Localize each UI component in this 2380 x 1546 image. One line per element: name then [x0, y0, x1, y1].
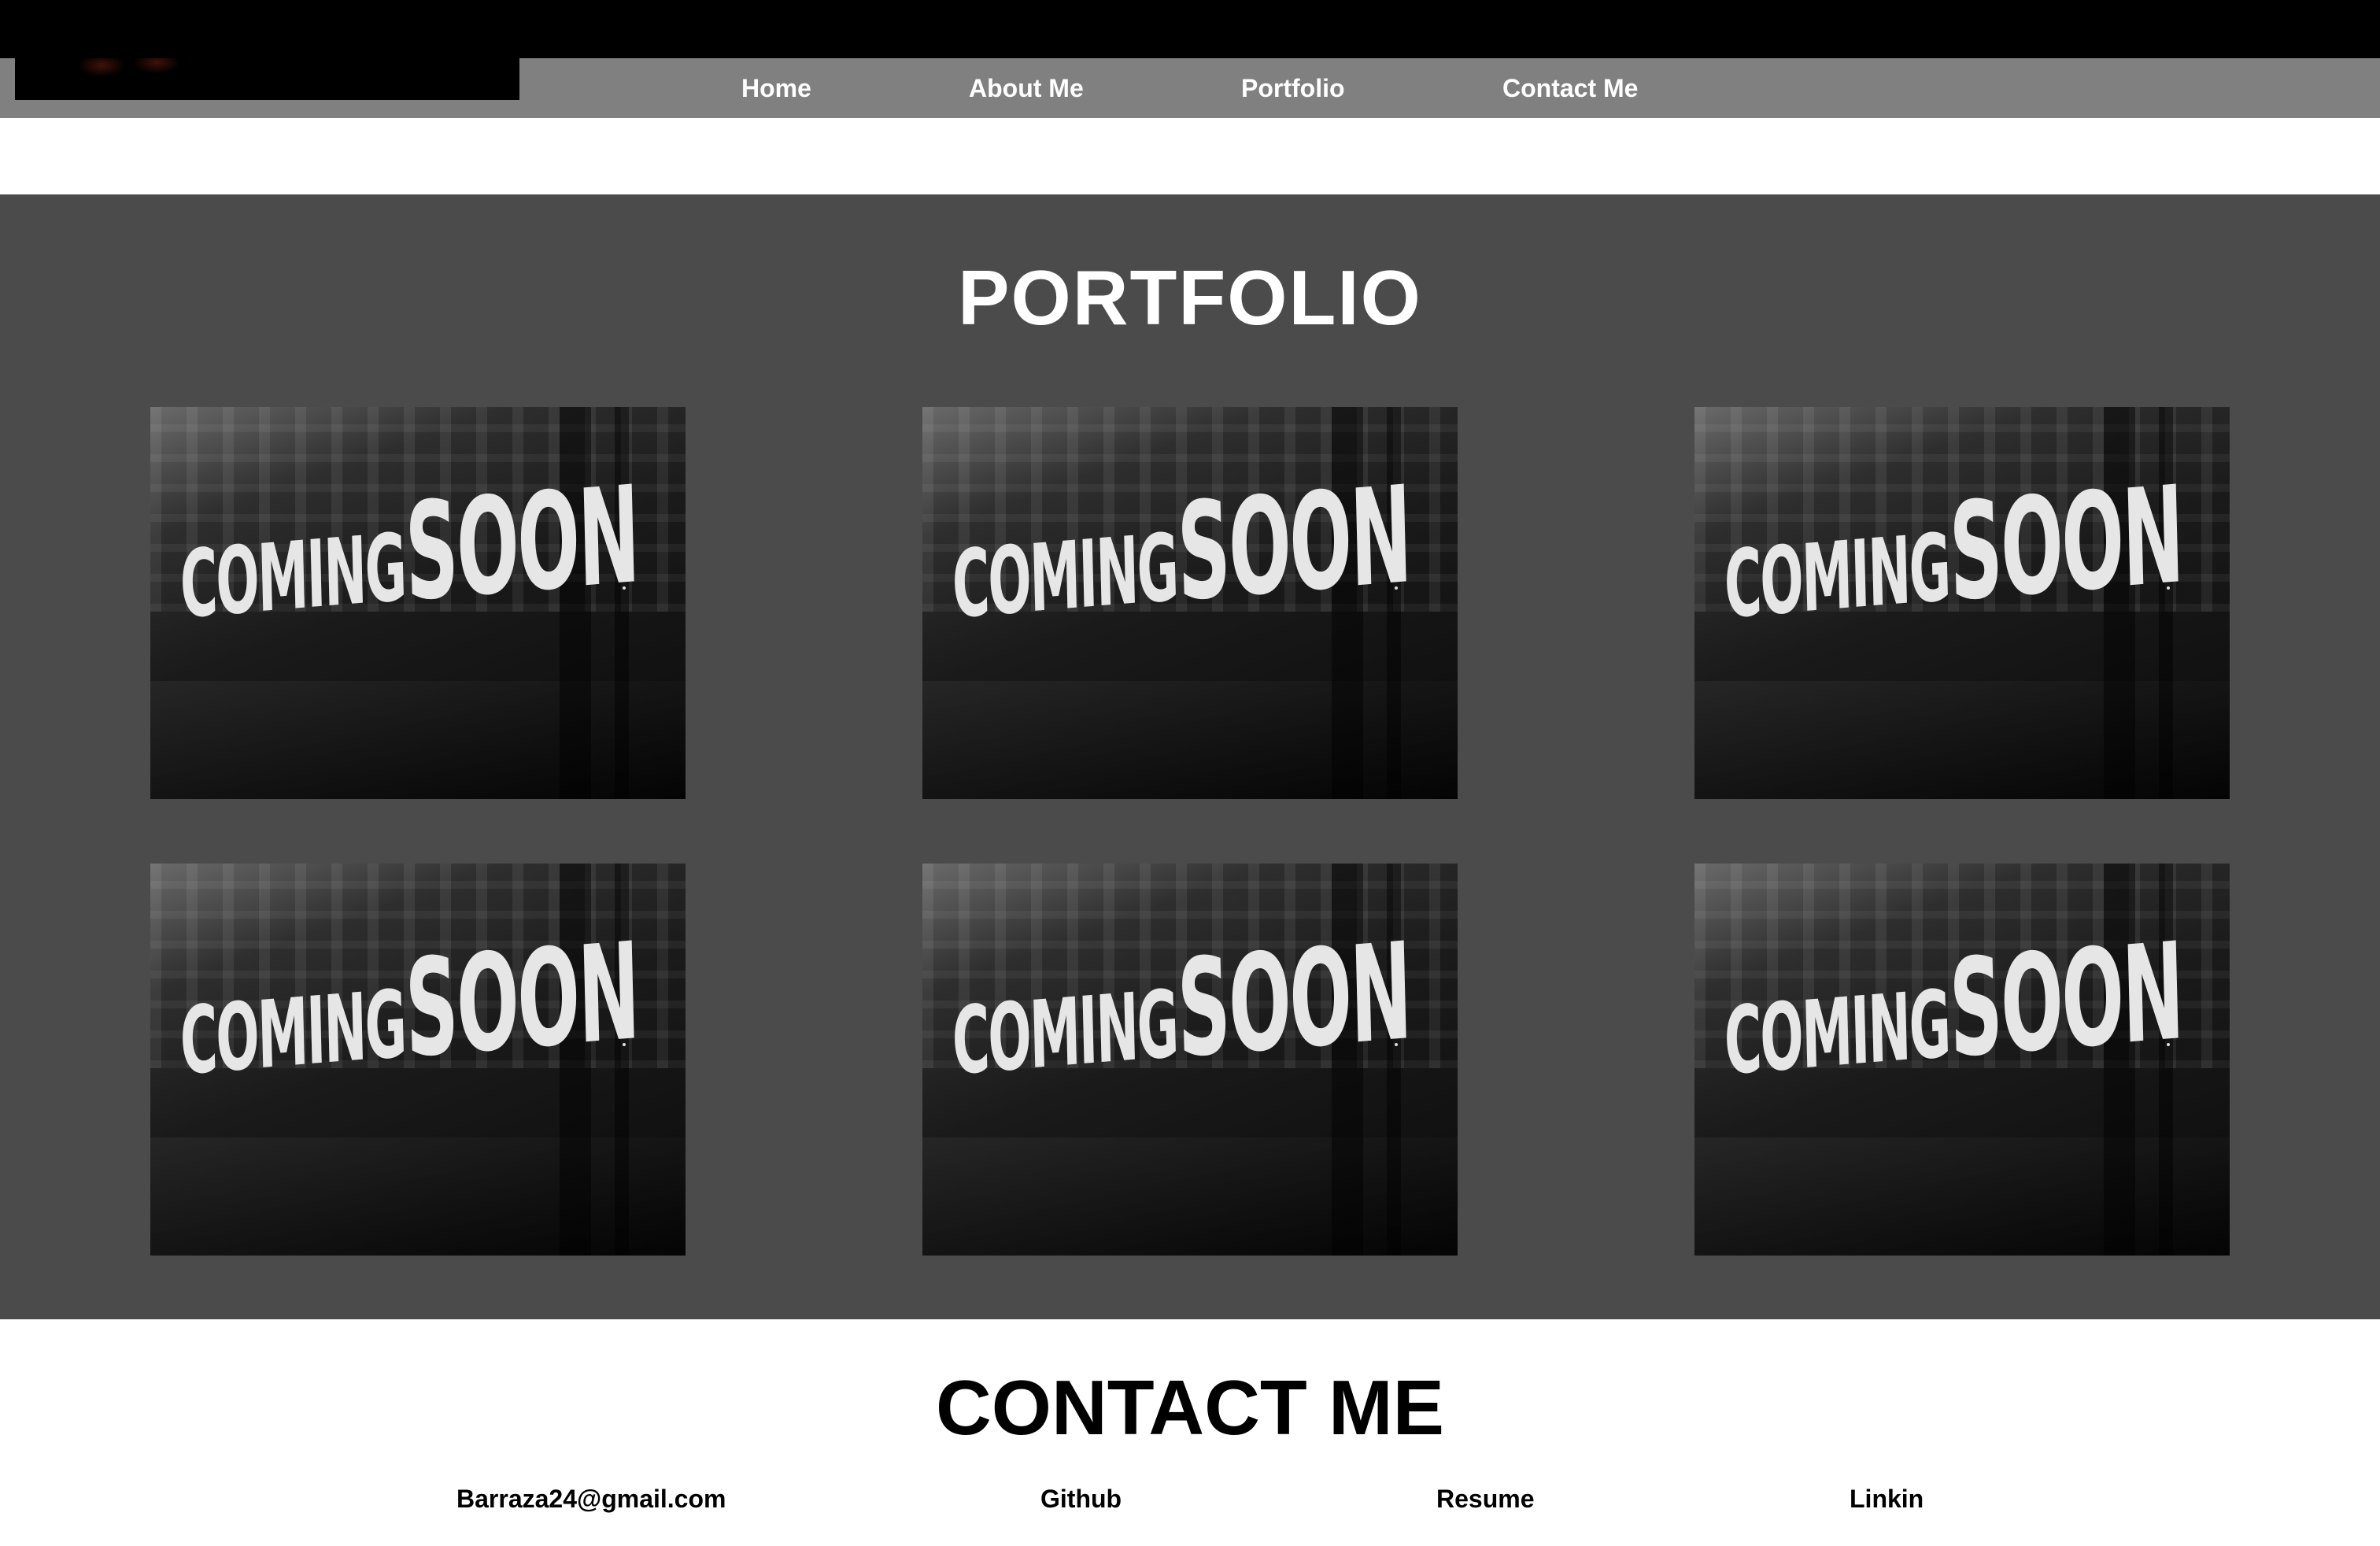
card-light-dot [623, 586, 626, 590]
nav-link-about-me[interactable]: About Me [969, 58, 1084, 118]
contact-linkin-link[interactable]: Linkin [1850, 1480, 1924, 1518]
sign-word-2: SOON [403, 457, 640, 632]
card-light-dot [2167, 586, 2170, 590]
portfolio-card-4[interactable]: COMING SOON [150, 864, 686, 1256]
sign-word-1: COMING [1723, 969, 1951, 1097]
card-light-dot [1395, 586, 1398, 590]
card-light-dot [623, 1043, 626, 1046]
sign-word-2: SOON [1947, 913, 2184, 1089]
portfolio-card-1[interactable]: COMING SOON [150, 407, 686, 799]
logo-glow [78, 58, 125, 77]
card-light-dot [2167, 1043, 2170, 1046]
portfolio-card-2[interactable]: COMING SOON [922, 407, 1458, 799]
logo-glow [133, 58, 180, 74]
card-street-texture [922, 681, 1458, 799]
card-light-dot [1395, 1043, 1398, 1046]
contact-resume-link[interactable]: Resume [1436, 1480, 1535, 1518]
sign-word-1: COMING [179, 969, 407, 1097]
portfolio-title: PORTFOLIO [958, 254, 1422, 341]
portfolio-card-5[interactable]: COMING SOON [922, 864, 1458, 1256]
card-street-texture [922, 1137, 1458, 1256]
nav-link-home[interactable]: Home [741, 58, 811, 118]
card-street-texture [150, 681, 686, 799]
card-street-texture [1694, 1137, 2230, 1256]
nav-link-portfolio[interactable]: Portfolio [1241, 58, 1345, 118]
sign-word-2: SOON [1175, 913, 1412, 1089]
contact-github-link[interactable]: Github [1040, 1480, 1122, 1518]
top-black-strip [0, 0, 2380, 58]
logo-image[interactable] [15, 58, 519, 100]
sign-word-1: COMING [951, 969, 1179, 1097]
card-street-texture [1694, 681, 2230, 799]
sign-word-1: COMING [1723, 512, 1951, 640]
sign-word-2: SOON [1175, 457, 1412, 632]
portfolio-card-3[interactable]: COMING SOON [1694, 407, 2230, 799]
header-spacer [0, 118, 2380, 194]
sign-word-1: COMING [951, 512, 1179, 640]
contact-email-link[interactable]: Barraza24@gmail.com [456, 1480, 726, 1518]
nav-link-contact-me[interactable]: Contact Me [1502, 58, 1638, 118]
sign-word-1: COMING [179, 512, 407, 640]
sign-word-2: SOON [1947, 457, 2184, 632]
card-street-texture [150, 1137, 686, 1256]
sign-word-2: SOON [403, 913, 640, 1089]
contact-title: CONTACT ME [936, 1364, 1444, 1451]
portfolio-card-6[interactable]: COMING SOON [1694, 864, 2230, 1256]
